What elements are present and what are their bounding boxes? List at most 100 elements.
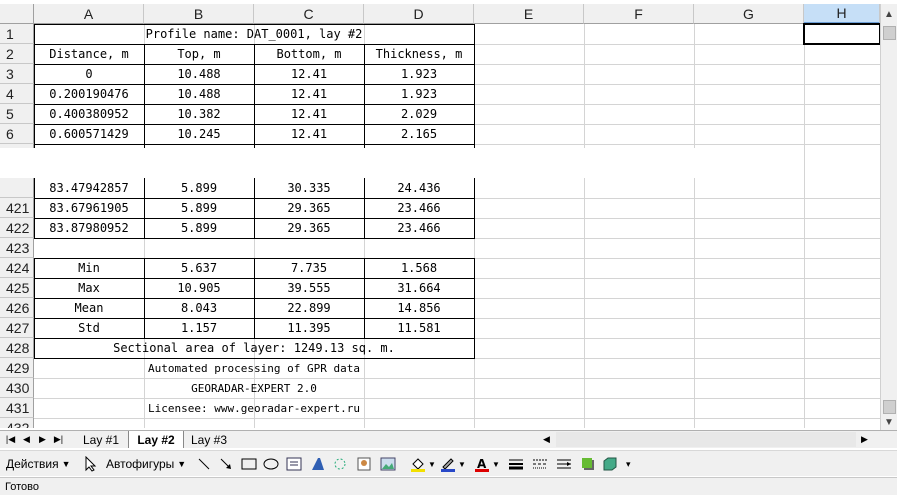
rectangle-icon[interactable]: [240, 454, 258, 474]
table-cell[interactable]: 83.47942857: [34, 178, 144, 198]
table-cell[interactable]: 8.043: [144, 298, 254, 318]
header-thickness[interactable]: Thickness, m: [364, 44, 474, 64]
table-cell[interactable]: 1.923: [364, 84, 474, 104]
table-cell[interactable]: 10.905: [144, 278, 254, 298]
scroll-up-icon[interactable]: ▲: [881, 6, 897, 22]
table-cell[interactable]: 1.923: [364, 64, 474, 84]
col-header-a[interactable]: A: [34, 4, 144, 24]
table-cell[interactable]: 7.735: [254, 258, 364, 278]
row-header[interactable]: 423: [0, 238, 34, 258]
tab-lay-3[interactable]: Lay #3: [184, 431, 234, 448]
table-cell[interactable]: 30.335: [254, 178, 364, 198]
row-header[interactable]: 432: [0, 418, 34, 428]
table-cell[interactable]: 5.899: [144, 178, 254, 198]
table-cell[interactable]: 12.41: [254, 64, 364, 84]
tab-lay-2[interactable]: Lay #2: [128, 431, 184, 448]
col-header-h[interactable]: H: [804, 4, 880, 24]
table-cell[interactable]: 12.41: [254, 124, 364, 144]
shadow-style-icon[interactable]: [580, 454, 596, 474]
table-cell[interactable]: 0.200190476: [34, 84, 144, 104]
row-header[interactable]: 421: [0, 198, 34, 218]
table-cell[interactable]: 24.436: [364, 178, 474, 198]
select-all-corner[interactable]: [0, 4, 34, 24]
table-cell[interactable]: 29.365: [254, 218, 364, 238]
footer-note-cell[interactable]: Licensee: www.georadar-expert.ru: [34, 398, 474, 418]
scroll-left-icon[interactable]: ◀: [540, 432, 553, 447]
line-style-icon[interactable]: [508, 454, 524, 474]
table-cell[interactable]: 22.899: [254, 298, 364, 318]
last-sheet-icon[interactable]: ▶|: [52, 432, 65, 447]
vertical-scroll-thumb-lower[interactable]: [883, 400, 896, 414]
dash-style-icon[interactable]: [532, 454, 548, 474]
table-cell[interactable]: 1.157: [144, 318, 254, 338]
horizontal-scrollbar[interactable]: [556, 432, 856, 447]
arrow-icon[interactable]: [218, 454, 234, 474]
line-color-icon[interactable]: ▼: [440, 454, 466, 474]
profile-title-cell[interactable]: Profile name: DAT_0001, lay #2: [34, 24, 474, 44]
table-cell[interactable]: 5.637: [144, 258, 254, 278]
line-icon[interactable]: [196, 454, 212, 474]
table-cell[interactable]: 23.466: [364, 198, 474, 218]
row-header[interactable]: 4: [0, 84, 34, 104]
stat-label[interactable]: Mean: [34, 298, 144, 318]
tab-lay-1[interactable]: Lay #1: [76, 431, 126, 448]
table-cell[interactable]: 1.568: [364, 258, 474, 278]
next-sheet-icon[interactable]: ▶: [36, 432, 49, 447]
table-cell[interactable]: 2.029: [364, 104, 474, 124]
scroll-right-icon[interactable]: ▶: [858, 432, 871, 447]
oval-icon[interactable]: [262, 454, 280, 474]
row-header[interactable]: 431: [0, 398, 34, 418]
footer-note-cell[interactable]: GEORADAR-EXPERT 2.0: [34, 378, 474, 398]
clipart-icon[interactable]: [356, 454, 372, 474]
col-header-g[interactable]: G: [694, 4, 804, 24]
header-bottom[interactable]: Bottom, m: [254, 44, 364, 64]
col-header-b[interactable]: B: [144, 4, 254, 24]
spreadsheet-grid[interactable]: A B C D E F G H 1 2 3 4 5 6 7 421 422 42…: [0, 0, 880, 428]
header-distance[interactable]: Distance, m: [34, 44, 144, 64]
table-cell[interactable]: 31.664: [364, 278, 474, 298]
select-pointer-icon[interactable]: [84, 454, 98, 474]
row-header[interactable]: 3: [0, 64, 34, 84]
table-cell[interactable]: 12.41: [254, 104, 364, 124]
table-cell[interactable]: 83.87980952: [34, 218, 144, 238]
row-header[interactable]: 424: [0, 258, 34, 278]
row-header[interactable]: 428: [0, 338, 34, 358]
autoshapes-menu[interactable]: Автофигуры ▼: [106, 454, 186, 474]
stat-label[interactable]: Std: [34, 318, 144, 338]
prev-sheet-icon[interactable]: ◀: [20, 432, 33, 447]
row-header[interactable]: [0, 178, 34, 198]
scroll-down-icon[interactable]: ▼: [881, 414, 897, 430]
table-cell[interactable]: 23.466: [364, 218, 474, 238]
table-cell[interactable]: 0.400380952: [34, 104, 144, 124]
row-header[interactable]: 1: [0, 24, 34, 44]
table-cell[interactable]: 39.555: [254, 278, 364, 298]
stat-label[interactable]: Max: [34, 278, 144, 298]
toolbar-options-icon[interactable]: ▾: [626, 454, 631, 474]
sectional-area-cell[interactable]: Sectional area of layer: 1249.13 sq. m.: [34, 338, 474, 358]
first-sheet-icon[interactable]: |◀: [4, 432, 17, 447]
fill-color-icon[interactable]: ▼: [410, 454, 436, 474]
row-header[interactable]: 422: [0, 218, 34, 238]
table-cell[interactable]: 10.488: [144, 64, 254, 84]
table-cell[interactable]: 0.600571429: [34, 124, 144, 144]
table-cell[interactable]: 11.581: [364, 318, 474, 338]
3d-style-icon[interactable]: [602, 454, 618, 474]
insert-picture-icon[interactable]: [380, 454, 396, 474]
row-header[interactable]: 426: [0, 298, 34, 318]
textbox-icon[interactable]: [286, 454, 302, 474]
table-cell[interactable]: 5.899: [144, 198, 254, 218]
row-header[interactable]: 429: [0, 358, 34, 378]
vertical-scrollbar[interactable]: ▲ ▼: [880, 4, 897, 430]
table-cell[interactable]: 11.395: [254, 318, 364, 338]
font-color-icon[interactable]: A ▼: [474, 454, 500, 474]
col-header-d[interactable]: D: [364, 4, 474, 24]
table-cell[interactable]: 12.41: [254, 84, 364, 104]
table-cell[interactable]: 10.488: [144, 84, 254, 104]
table-cell[interactable]: 2.165: [364, 124, 474, 144]
wordart-icon[interactable]: [310, 454, 326, 474]
footer-note-cell[interactable]: Automated processing of GPR data: [34, 358, 474, 378]
vertical-scroll-thumb[interactable]: [883, 26, 896, 40]
row-header[interactable]: 6: [0, 124, 34, 144]
header-top[interactable]: Top, m: [144, 44, 254, 64]
col-header-f[interactable]: F: [584, 4, 694, 24]
